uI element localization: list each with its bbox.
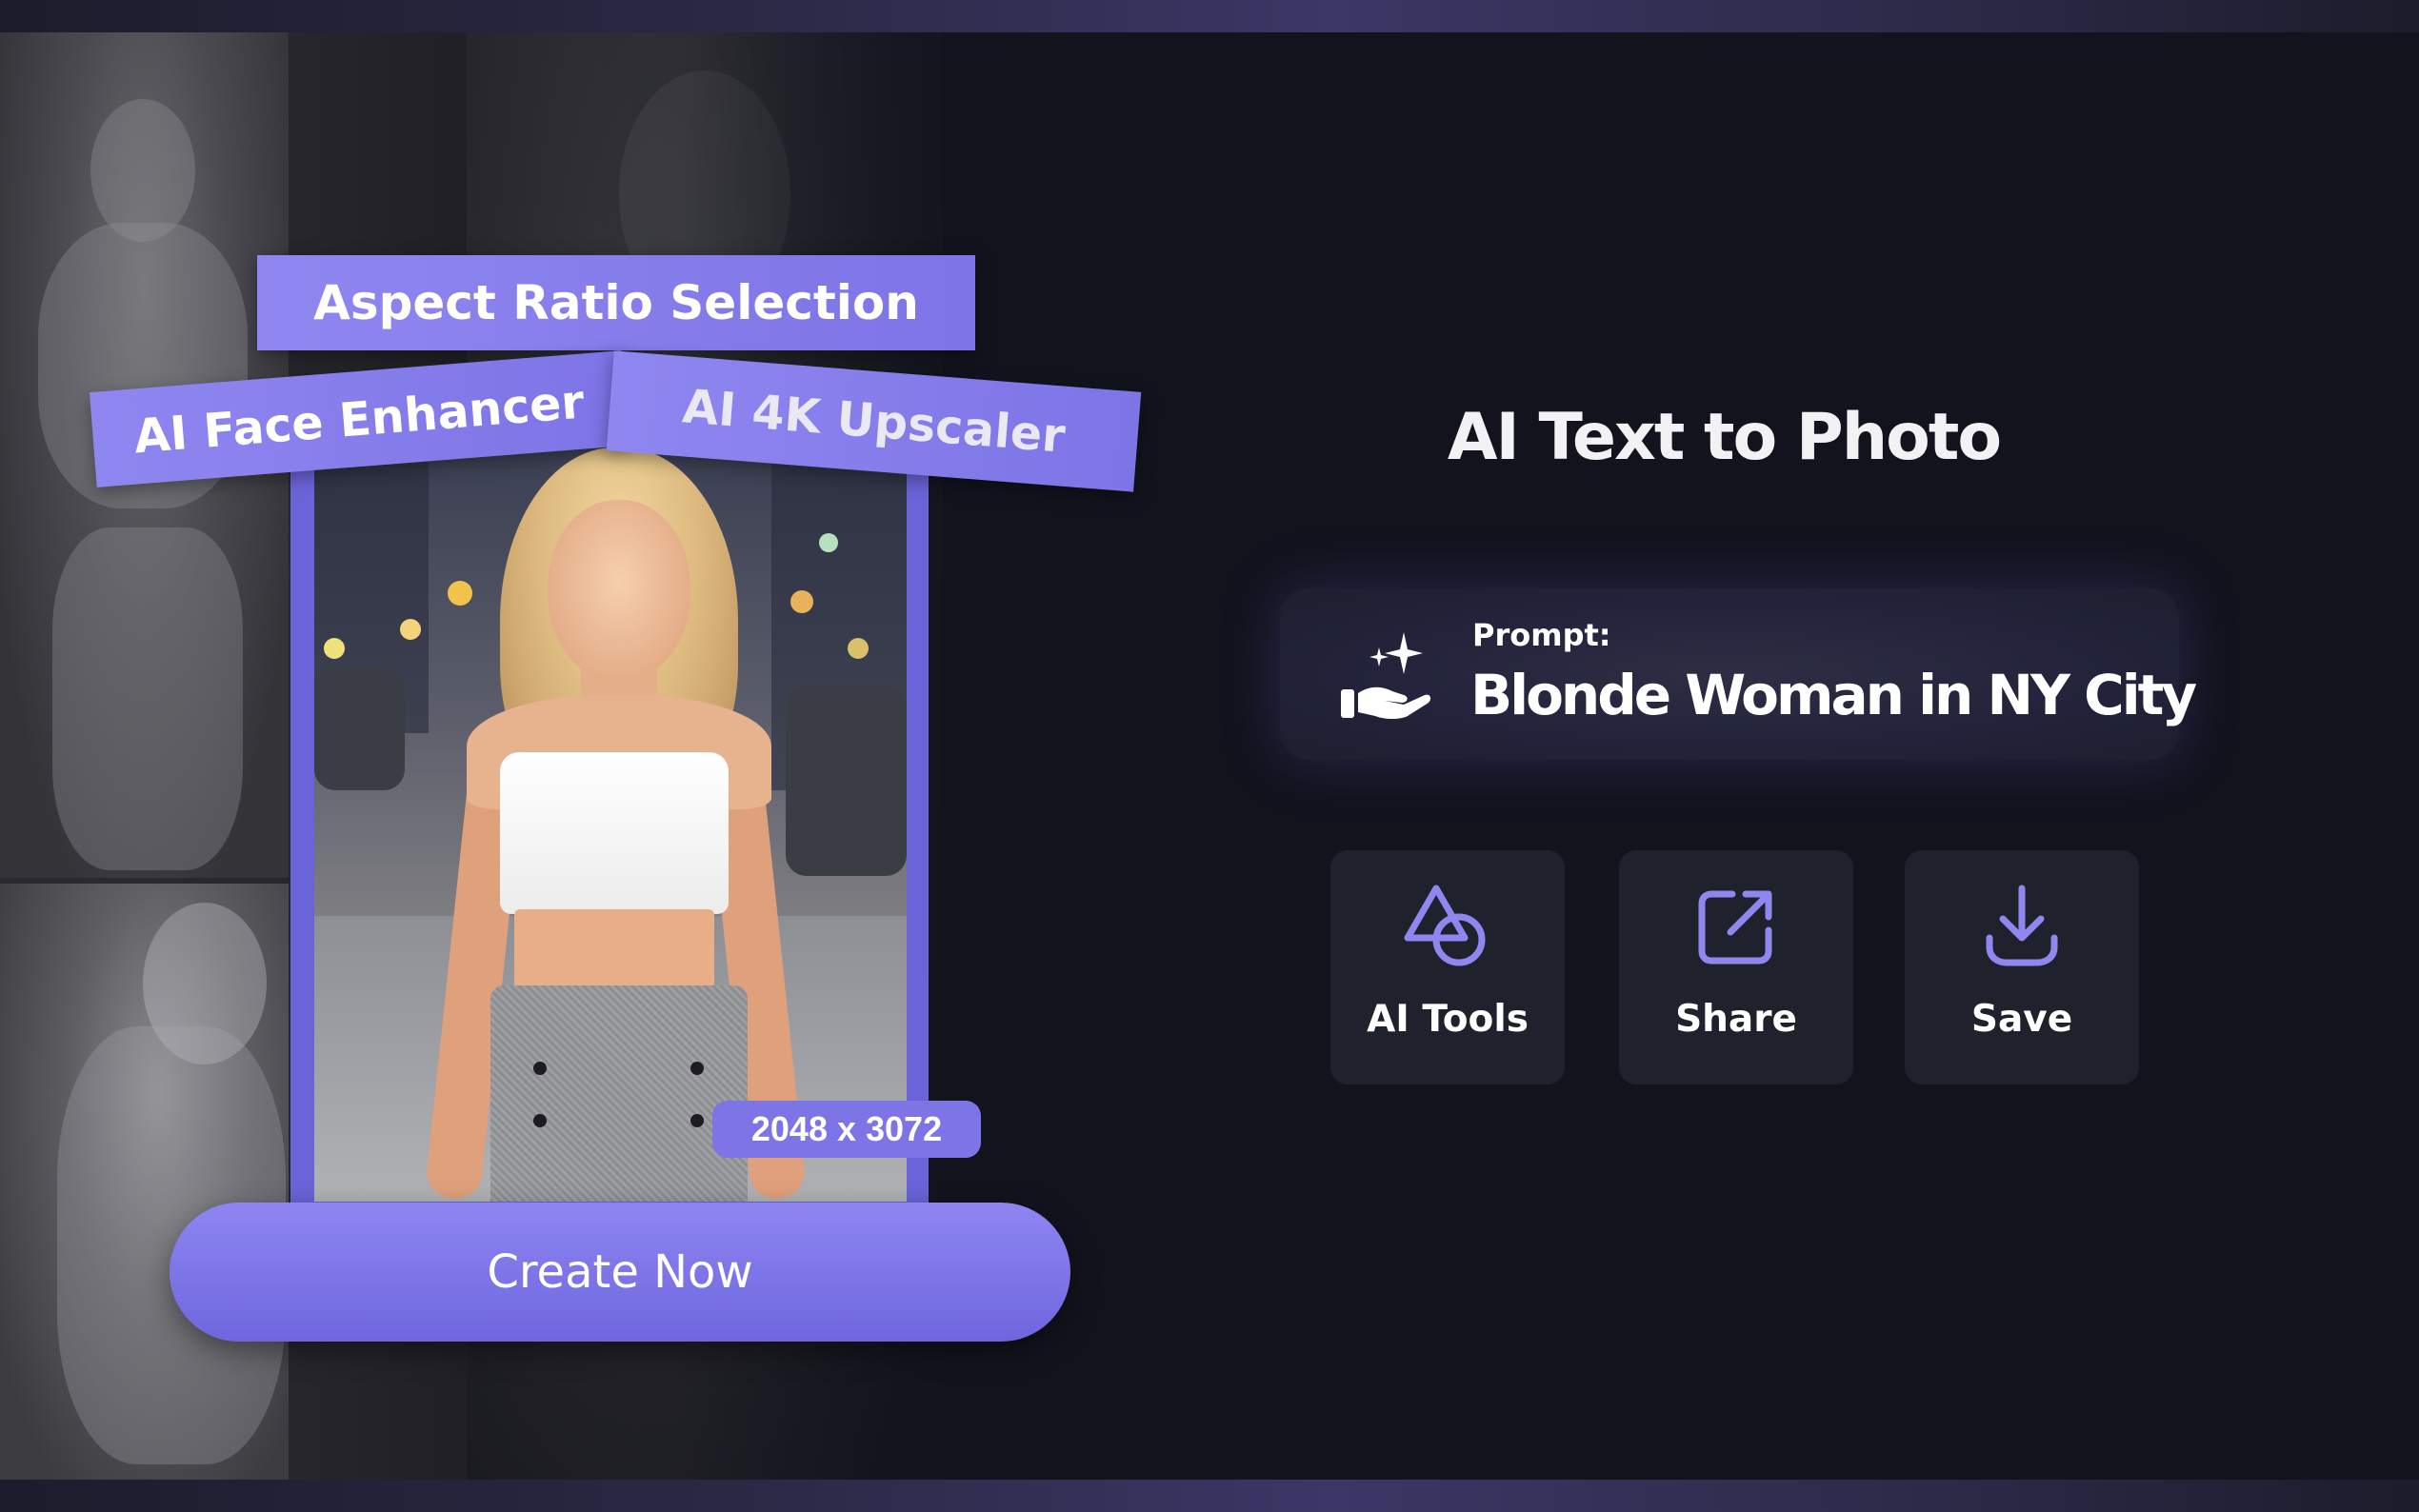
shapes-icon	[1404, 885, 1486, 966]
share-label: Share	[1675, 998, 1797, 1041]
ai-tools-button[interactable]: AI Tools	[1330, 850, 1565, 1084]
share-icon	[1698, 890, 1772, 965]
bottom-banner-strip	[0, 1480, 2419, 1512]
prompt-card[interactable]: Prompt: Blonde Woman in NY City	[1280, 588, 2197, 760]
prompt-label: Prompt:	[1472, 617, 1611, 653]
save-button[interactable]: Save	[1905, 850, 2139, 1084]
feature-title: AI Text to Photo	[1447, 400, 2002, 475]
share-button[interactable]: Share	[1619, 850, 1853, 1084]
save-label: Save	[1970, 998, 2073, 1041]
top-banner-strip	[0, 0, 2419, 32]
image-size-badge: 2048 x 3072	[712, 1101, 981, 1158]
aspect-ratio-selection-tag: Aspect Ratio Selection	[257, 255, 975, 350]
prompt-text: Blonde Woman in NY City	[1470, 663, 2197, 727]
ai-tools-label: AI Tools	[1367, 998, 1529, 1041]
generated-photo	[314, 448, 907, 1202]
download-icon	[1986, 885, 2058, 966]
create-now-button[interactable]: Create Now	[170, 1203, 1070, 1342]
sparkle-hand-icon	[1341, 632, 1431, 719]
